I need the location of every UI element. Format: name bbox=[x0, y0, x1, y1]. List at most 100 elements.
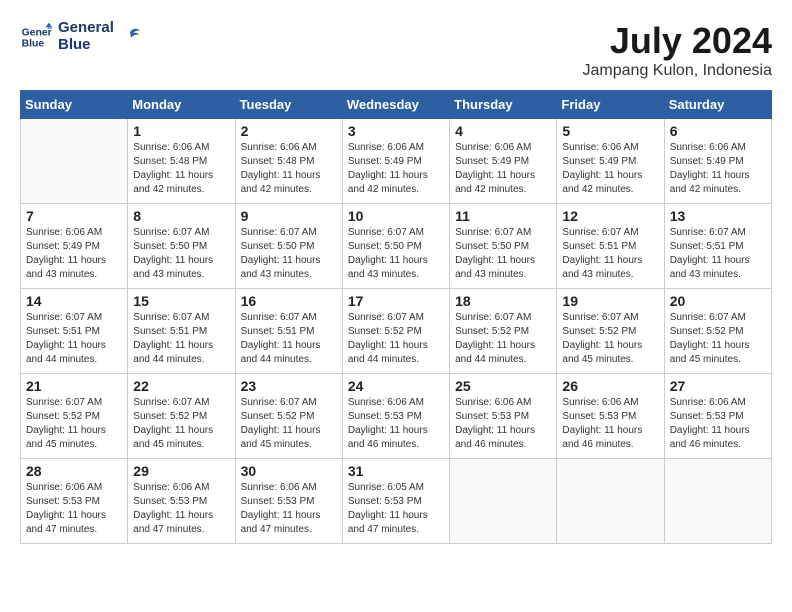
logo-text-line1: General bbox=[58, 20, 114, 37]
calendar-week-5: 28Sunrise: 6:06 AMSunset: 5:53 PMDayligh… bbox=[21, 459, 772, 544]
day-number: 10 bbox=[348, 208, 444, 224]
sunset-text: Sunset: 5:52 PM bbox=[562, 326, 636, 337]
daylight-text: Daylight: 11 hours bbox=[26, 340, 106, 351]
day-number: 9 bbox=[241, 208, 337, 224]
cell-sun-info: Sunrise: 6:07 AMSunset: 5:51 PMDaylight:… bbox=[241, 311, 337, 367]
sunrise-text: Sunrise: 6:06 AM bbox=[241, 482, 317, 493]
cell-sun-info: Sunrise: 6:07 AMSunset: 5:52 PMDaylight:… bbox=[241, 396, 337, 452]
cell-sun-info: Sunrise: 6:06 AMSunset: 5:53 PMDaylight:… bbox=[455, 396, 551, 452]
day-number: 26 bbox=[562, 378, 658, 394]
calendar-cell: 13Sunrise: 6:07 AMSunset: 5:51 PMDayligh… bbox=[664, 204, 771, 289]
daylight-minutes: and 43 minutes. bbox=[455, 269, 526, 280]
sunset-text: Sunset: 5:53 PM bbox=[348, 411, 422, 422]
sunset-text: Sunset: 5:53 PM bbox=[455, 411, 529, 422]
sunrise-text: Sunrise: 6:06 AM bbox=[348, 142, 424, 153]
daylight-minutes: and 42 minutes. bbox=[670, 184, 741, 195]
calendar-cell: 6Sunrise: 6:06 AMSunset: 5:49 PMDaylight… bbox=[664, 119, 771, 204]
cell-sun-info: Sunrise: 6:07 AMSunset: 5:52 PMDaylight:… bbox=[133, 396, 229, 452]
day-number: 3 bbox=[348, 123, 444, 139]
sunrise-text: Sunrise: 6:07 AM bbox=[455, 227, 531, 238]
day-number: 16 bbox=[241, 293, 337, 309]
cell-sun-info: Sunrise: 6:06 AMSunset: 5:49 PMDaylight:… bbox=[455, 141, 551, 197]
calendar-table: SundayMondayTuesdayWednesdayThursdayFrid… bbox=[20, 90, 772, 544]
sunset-text: Sunset: 5:49 PM bbox=[26, 241, 100, 252]
sunset-text: Sunset: 5:51 PM bbox=[562, 241, 636, 252]
cell-sun-info: Sunrise: 6:07 AMSunset: 5:52 PMDaylight:… bbox=[670, 311, 766, 367]
calendar-cell: 14 Sunrise: 6:07 AMSunset: 5:51 PMDayligh… bbox=[21, 289, 128, 374]
calendar-cell: 21Sunrise: 6:07 AMSunset: 5:52 PMDayligh… bbox=[21, 374, 128, 459]
daylight-minutes: and 47 minutes. bbox=[133, 524, 204, 535]
day-number: 27 bbox=[670, 378, 766, 394]
cell-sun-info: Sunrise: 6:07 AMSunset: 5:51 PMDaylight:… bbox=[26, 311, 122, 367]
daylight-text: Daylight: 11 hours bbox=[133, 425, 213, 436]
calendar-cell: 27Sunrise: 6:06 AMSunset: 5:53 PMDayligh… bbox=[664, 374, 771, 459]
daylight-text: Daylight: 11 hours bbox=[241, 510, 321, 521]
calendar-week-2: 7Sunrise: 6:06 AMSunset: 5:49 PMDaylight… bbox=[21, 204, 772, 289]
cell-sun-info: Sunrise: 6:05 AMSunset: 5:53 PMDaylight:… bbox=[348, 481, 444, 537]
calendar-cell: 2Sunrise: 6:06 AMSunset: 5:48 PMDaylight… bbox=[235, 119, 342, 204]
sunrise-text: Sunrise: 6:07 AM bbox=[670, 312, 746, 323]
sunset-text: Sunset: 5:49 PM bbox=[348, 156, 422, 167]
sunrise-text: Sunrise: 6:06 AM bbox=[133, 142, 209, 153]
daylight-text: Daylight: 11 hours bbox=[133, 255, 213, 266]
cell-sun-info: Sunrise: 6:06 AMSunset: 5:53 PMDaylight:… bbox=[562, 396, 658, 452]
weekday-header-wednesday: Wednesday bbox=[342, 91, 449, 119]
weekday-header-friday: Friday bbox=[557, 91, 664, 119]
daylight-text: Daylight: 11 hours bbox=[348, 170, 428, 181]
sunrise-text: Sunrise: 6:06 AM bbox=[562, 142, 638, 153]
cell-sun-info: Sunrise: 6:06 AM Sunset: 5:49 PM Daylight:… bbox=[348, 141, 444, 197]
cell-sun-info: Sunrise: 6:07 AMSunset: 5:52 PMDaylight:… bbox=[26, 396, 122, 452]
header: General Blue General Blue July 2024 Jamp… bbox=[20, 20, 772, 80]
sunset-text: Sunset: 5:49 PM bbox=[562, 156, 636, 167]
cell-sun-info: Sunrise: 6:07 AMSunset: 5:51 PMDaylight:… bbox=[562, 226, 658, 282]
daylight-text: Daylight: 11 hours bbox=[670, 340, 750, 351]
daylight-minutes: and 45 minutes. bbox=[670, 354, 741, 365]
sunset-text: Sunset: 5:53 PM bbox=[348, 496, 422, 507]
daylight-minutes: and 43 minutes. bbox=[241, 269, 312, 280]
day-number: 8 bbox=[133, 208, 229, 224]
day-number: 6 bbox=[670, 123, 766, 139]
calendar-cell: 20Sunrise: 6:07 AMSunset: 5:52 PMDayligh… bbox=[664, 289, 771, 374]
logo-bird-icon bbox=[120, 26, 142, 48]
daylight-text: Daylight: 11 hours bbox=[348, 340, 428, 351]
sunset-text: Sunset: 5:53 PM bbox=[670, 411, 744, 422]
weekday-header-thursday: Thursday bbox=[450, 91, 557, 119]
sunrise-text: Sunrise: 6:07 AM bbox=[348, 312, 424, 323]
daylight-minutes: and 43 minutes. bbox=[348, 269, 419, 280]
sunset-text: Sunset: 5:52 PM bbox=[348, 326, 422, 337]
sunrise-text: Sunrise: 6:06 AM bbox=[670, 142, 746, 153]
sunset-text: Sunset: 5:50 PM bbox=[455, 241, 529, 252]
daylight-minutes: and 45 minutes. bbox=[26, 439, 97, 450]
day-number: 14 bbox=[26, 293, 122, 309]
daylight-text: Daylight: 11 hours bbox=[455, 170, 535, 181]
calendar-cell: 1Sunrise: 6:06 AMSunset: 5:48 PMDaylight… bbox=[128, 119, 235, 204]
month-year-title: July 2024 bbox=[583, 20, 772, 62]
daylight-text: Daylight: 11 hours bbox=[670, 255, 750, 266]
sunset-text: Sunset: 5:52 PM bbox=[26, 411, 100, 422]
daylight-text: Daylight: 11 hours bbox=[562, 425, 642, 436]
weekday-header-saturday: Saturday bbox=[664, 91, 771, 119]
daylight-minutes: and 44 minutes. bbox=[26, 354, 97, 365]
sunset-text: Sunset: 5:50 PM bbox=[241, 241, 315, 252]
weekday-header-row: SundayMondayTuesdayWednesdayThursdayFrid… bbox=[21, 91, 772, 119]
day-number: 28 bbox=[26, 463, 122, 479]
cell-sun-info: Sunrise: 6:06 AMSunset: 5:49 PMDaylight:… bbox=[26, 226, 122, 282]
daylight-text: Daylight: 11 hours bbox=[455, 255, 535, 266]
sunset-text: Sunset: 5:51 PM bbox=[26, 326, 100, 337]
calendar-cell: 10Sunrise: 6:07 AMSunset: 5:50 PMDayligh… bbox=[342, 204, 449, 289]
sunset-text: Sunset: 5:53 PM bbox=[26, 496, 100, 507]
logo-icon: General Blue bbox=[20, 21, 52, 53]
calendar-cell: 8Sunrise: 6:07 AMSunset: 5:50 PMDaylight… bbox=[128, 204, 235, 289]
day-number: 19 bbox=[562, 293, 658, 309]
cell-sun-info: Sunrise: 6:06 AMSunset: 5:53 PMDaylight:… bbox=[26, 481, 122, 537]
daylight-minutes: and 42 minutes. bbox=[348, 184, 419, 195]
weekday-header-tuesday: Tuesday bbox=[235, 91, 342, 119]
day-number: 22 bbox=[133, 378, 229, 394]
daylight-minutes: and 43 minutes. bbox=[670, 269, 741, 280]
daylight-text: Daylight: 11 hours bbox=[133, 510, 213, 521]
location-subtitle: Jampang Kulon, Indonesia bbox=[583, 62, 772, 80]
sunrise-text: Sunrise: 6:07 AM bbox=[241, 397, 317, 408]
daylight-text: Daylight: 11 hours bbox=[455, 425, 535, 436]
daylight-minutes: and 42 minutes. bbox=[133, 184, 204, 195]
sunrise-text: Sunrise: 6:06 AM bbox=[241, 142, 317, 153]
